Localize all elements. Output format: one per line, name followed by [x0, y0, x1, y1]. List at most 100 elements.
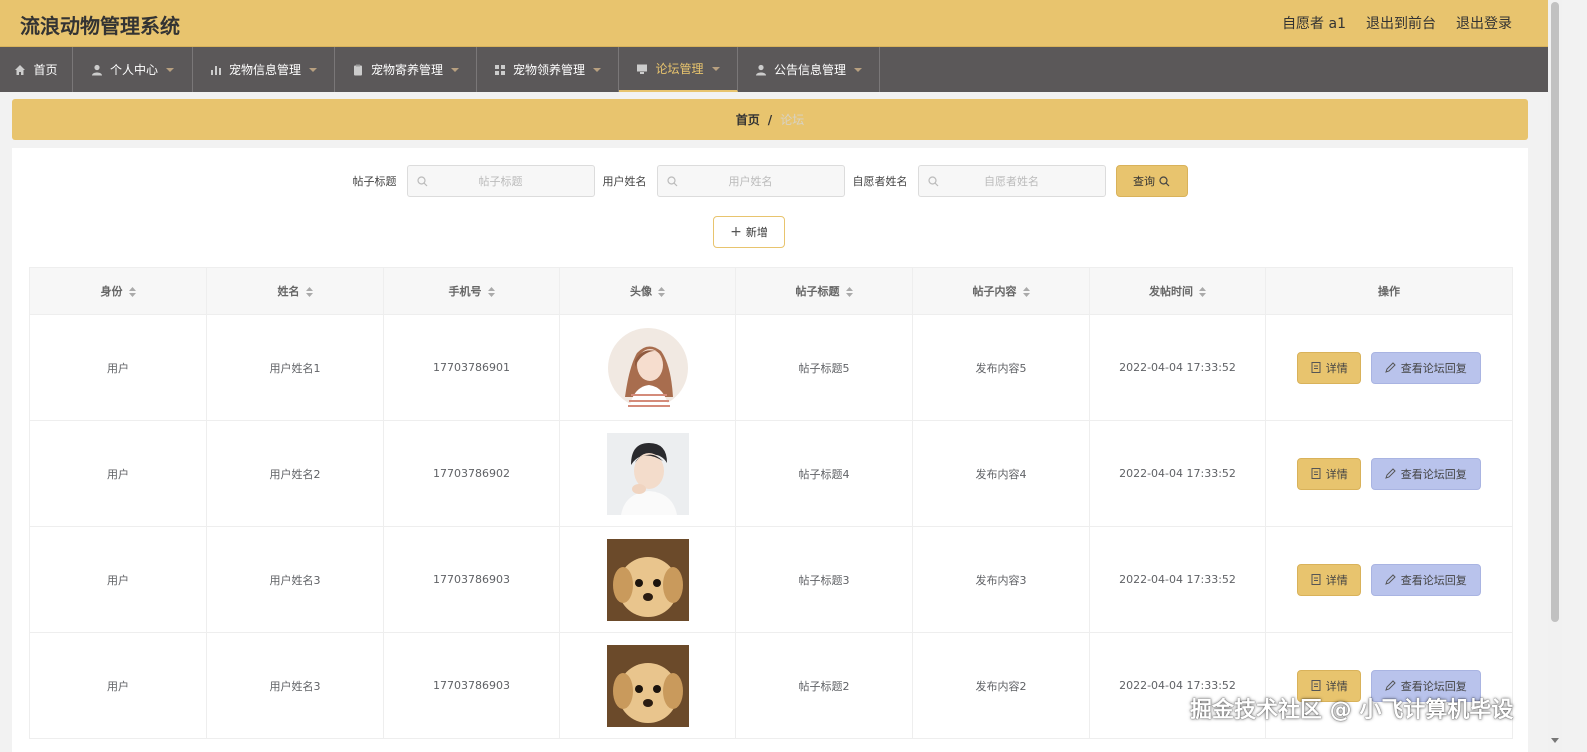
chevron-down-icon [309, 67, 317, 72]
column-header-name[interactable]: 姓名 [206, 267, 384, 315]
detail-button[interactable]: 详情 [1297, 563, 1362, 596]
search-field-user: 用户姓名 用户姓名 [603, 165, 845, 197]
clipboard-icon [353, 64, 362, 75]
column-header-role[interactable]: 身份 [29, 267, 207, 315]
user-label[interactable]: 自愿者 a1 [1282, 13, 1346, 33]
nav-item-personal-center[interactable]: 个人中心 [73, 47, 193, 92]
nav-label: 宠物信息管理 [228, 63, 301, 77]
nav-label: 首页 [33, 63, 58, 77]
cell-role: 用户 [29, 526, 207, 633]
breadcrumb-separator: / [767, 112, 773, 127]
chevron-down-icon [166, 67, 174, 72]
column-header-phone[interactable]: 手机号 [383, 267, 560, 315]
chevron-down-icon [854, 67, 862, 72]
search-icon [927, 176, 938, 187]
nav-item-pet-foster[interactable]: 宠物寄养管理 [335, 47, 477, 92]
page-scrollbar[interactable] [1548, 0, 1562, 752]
column-header-post-title[interactable]: 帖子标题 [735, 267, 913, 315]
sort-icon[interactable] [658, 287, 665, 297]
cell-avatar [559, 526, 736, 633]
column-header-avatar[interactable]: 头像 [559, 267, 736, 315]
sort-icon[interactable] [305, 287, 313, 297]
home-icon [15, 64, 26, 75]
nav-label: 公告信息管理 [773, 63, 846, 77]
nav-item-announcements[interactable]: 公告信息管理 [738, 47, 880, 92]
edit-icon [1384, 362, 1396, 373]
table-header-row: 身份 姓名 手机号 头像 帖子标题 帖子内容 发帖时间 操作 [29, 267, 1513, 315]
add-label: 新增 [745, 226, 768, 239]
cell-role: 用户 [29, 314, 207, 421]
woman-avatar-image [607, 327, 688, 409]
cell-avatar [559, 420, 736, 527]
input-placeholder: 用户姓名 [728, 175, 773, 188]
search-icon [1159, 175, 1170, 186]
column-header-post-time[interactable]: 发帖时间 [1089, 267, 1266, 315]
cell-avatar [559, 314, 736, 421]
detail-button[interactable]: 详情 [1297, 351, 1362, 384]
nav-label: 论坛管理 [655, 62, 704, 76]
table-row: 用户 用户姓名3 17703786903 帖子标题3 发布内容3 2022-04… [29, 526, 1513, 633]
scrollbar-thumb[interactable] [1551, 2, 1559, 622]
document-icon [1311, 574, 1321, 585]
cell-post-content: 发布内容4 [912, 420, 1090, 527]
scroll-down-arrow-icon[interactable] [1551, 738, 1559, 743]
volunteer-name-search-input[interactable]: 自愿者姓名 [917, 165, 1106, 197]
cell-post-title: 帖子标题3 [735, 526, 913, 633]
cell-post-time: 2022-04-04 17:33:52 [1089, 314, 1266, 421]
cell-post-content: 发布内容3 [912, 526, 1090, 633]
nav-label: 个人中心 [109, 63, 158, 77]
nav-label: 宠物领养管理 [512, 63, 585, 77]
user-icon [755, 64, 766, 75]
document-icon [1311, 468, 1321, 479]
cell-actions: 详情 查看论坛回复 [1265, 314, 1513, 421]
view-replies-button[interactable]: 查看论坛回复 [1370, 457, 1481, 490]
user-name-search-input[interactable]: 用户姓名 [656, 165, 845, 197]
back-to-front-link[interactable]: 退出到前台 [1366, 13, 1436, 33]
top-links: 自愿者 a1 退出到前台 退出登录 [1282, 13, 1512, 33]
search-field-title: 帖子标题 帖子标题 [353, 165, 595, 197]
breadcrumb-home[interactable]: 首页 [736, 111, 760, 128]
content-panel: 帖子标题 帖子标题 用户姓名 用户姓名 自愿者姓名 自愿者姓名 查询 + 新增 … [12, 148, 1528, 752]
cell-phone: 17703786902 [383, 420, 560, 527]
logout-link[interactable]: 退出登录 [1456, 13, 1512, 33]
cell-actions: 详情 查看论坛回复 [1265, 526, 1513, 633]
puppy-avatar-image [606, 644, 689, 727]
title-search-input[interactable]: 帖子标题 [406, 165, 595, 197]
app-title: 流浪动物管理系统 [20, 14, 180, 38]
cell-post-title: 帖子标题4 [735, 420, 913, 527]
edit-icon [1384, 574, 1396, 585]
cell-actions: 详情 查看论坛回复 [1265, 420, 1513, 527]
view-replies-button[interactable]: 查看论坛回复 [1370, 563, 1481, 596]
detail-button[interactable]: 详情 [1297, 457, 1362, 490]
bar-chart-icon [210, 65, 221, 75]
cell-name: 用户姓名2 [206, 420, 384, 527]
cell-phone: 17703786903 [383, 632, 560, 739]
cell-post-content: 发布内容2 [912, 632, 1090, 739]
nav-item-forum[interactable]: 论坛管理 [619, 47, 738, 92]
input-placeholder: 帖子标题 [478, 175, 523, 188]
sort-icon[interactable] [1199, 287, 1206, 297]
document-icon [1311, 680, 1321, 691]
edit-icon [1384, 468, 1396, 479]
sort-icon[interactable] [128, 287, 136, 297]
search-label: 帖子标题 [352, 175, 397, 188]
nav-item-home[interactable]: 首页 [0, 47, 73, 92]
column-header-post-content[interactable]: 帖子内容 [912, 267, 1090, 315]
plus-icon: + [730, 224, 742, 240]
search-bar: 帖子标题 帖子标题 用户姓名 用户姓名 自愿者姓名 自愿者姓名 查询 [12, 165, 1528, 197]
monitor-icon [637, 64, 648, 74]
sort-icon[interactable] [845, 287, 853, 297]
cell-phone: 17703786903 [383, 526, 560, 633]
search-icon [416, 176, 427, 187]
nav-item-pet-adoption[interactable]: 宠物领养管理 [477, 47, 619, 92]
search-label: 自愿者姓名 [852, 175, 908, 188]
query-button[interactable]: 查询 [1115, 165, 1188, 197]
cell-phone: 17703786901 [383, 314, 560, 421]
sort-icon[interactable] [487, 287, 495, 297]
chevron-down-icon [451, 67, 459, 72]
sort-icon[interactable] [1022, 287, 1030, 297]
add-button[interactable]: + 新增 [713, 216, 785, 248]
nav-item-pet-info[interactable]: 宠物信息管理 [193, 47, 335, 92]
view-replies-button[interactable]: 查看论坛回复 [1370, 351, 1481, 384]
nav-label: 宠物寄养管理 [370, 63, 443, 77]
